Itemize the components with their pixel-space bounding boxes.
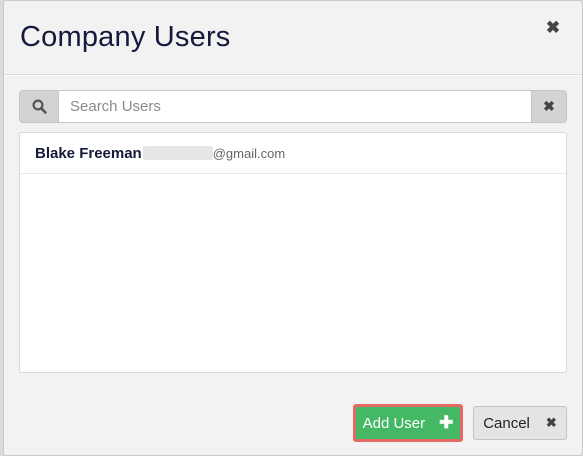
modal-body: ✖ Blake Freeman @gmail.com Add User ✚ Ca… bbox=[4, 76, 582, 455]
plus-icon: ✚ bbox=[439, 413, 454, 432]
user-list: Blake Freeman @gmail.com bbox=[19, 132, 567, 373]
user-name: Blake Freeman bbox=[35, 144, 142, 162]
add-user-label: Add User bbox=[362, 414, 426, 432]
company-users-modal: Company Users ✖ ✖ Blake Freeman @gmail.c… bbox=[3, 0, 583, 456]
times-icon: ✖ bbox=[545, 415, 557, 430]
user-email-domain: @gmail.com bbox=[212, 145, 286, 161]
list-item[interactable]: Blake Freeman @gmail.com bbox=[20, 133, 566, 174]
close-icon[interactable]: ✖ bbox=[544, 19, 562, 37]
search-bar: ✖ bbox=[19, 90, 567, 123]
search-icon bbox=[19, 90, 59, 123]
clear-icon[interactable]: ✖ bbox=[531, 90, 567, 123]
redacted-email bbox=[142, 146, 213, 160]
modal-header: Company Users ✖ bbox=[4, 1, 582, 75]
add-user-button[interactable]: Add User ✚ bbox=[353, 404, 463, 442]
search-input[interactable] bbox=[59, 90, 531, 123]
cancel-button[interactable]: Cancel ✖ bbox=[473, 406, 567, 440]
page-title: Company Users bbox=[20, 21, 231, 53]
cancel-label: Cancel bbox=[483, 414, 530, 432]
